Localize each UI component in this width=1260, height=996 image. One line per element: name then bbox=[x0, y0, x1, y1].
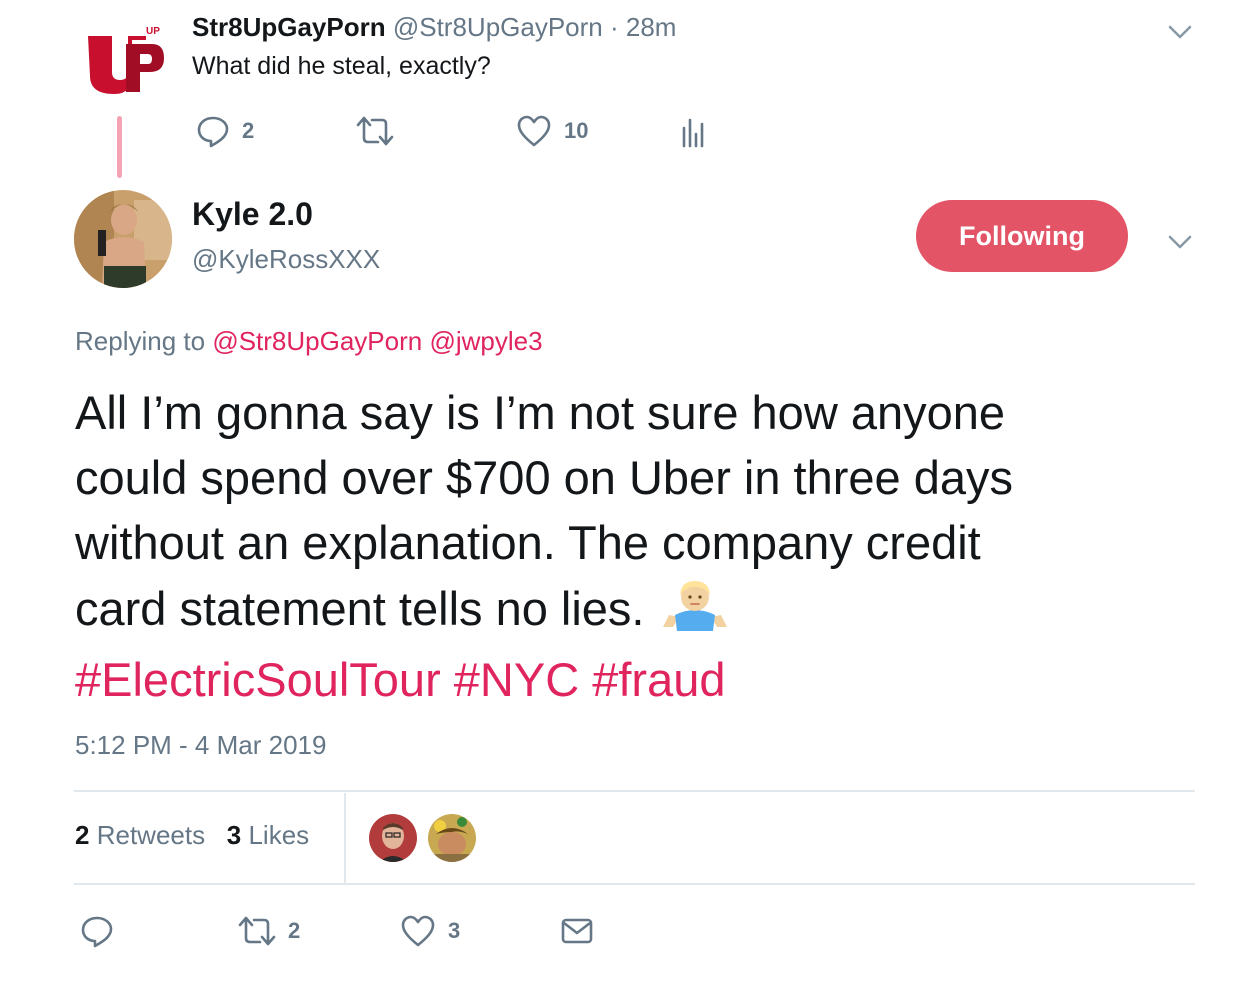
thread-connector-line bbox=[117, 116, 122, 178]
parent-like-count: 10 bbox=[564, 118, 589, 143]
liker-avatar[interactable] bbox=[428, 814, 476, 862]
hashtag-link[interactable]: #ElectricSoulTour bbox=[75, 653, 441, 706]
divider bbox=[74, 883, 1195, 885]
direct-message-button[interactable] bbox=[560, 914, 594, 948]
hashtag-link[interactable]: #NYC bbox=[454, 653, 579, 706]
parent-like-button[interactable]: 10 bbox=[516, 114, 588, 148]
retweets-label: Retweets bbox=[96, 820, 206, 850]
chevron-down-icon[interactable] bbox=[1166, 228, 1194, 256]
tweet-text-line-with-emoji: card statement tells no lies. bbox=[75, 575, 1215, 647]
parent-avatar[interactable]: UP bbox=[74, 14, 166, 106]
likes-label: Likes bbox=[248, 820, 310, 850]
author-handle[interactable]: @KyleRossXXX bbox=[192, 244, 380, 275]
like-count: 3 bbox=[448, 918, 461, 943]
replying-to-label: Replying to bbox=[75, 326, 206, 356]
divider bbox=[74, 790, 1195, 792]
direct-message-icon bbox=[560, 914, 594, 948]
retweet-icon bbox=[238, 914, 276, 948]
retweets-count: 2 bbox=[75, 820, 90, 850]
like-icon bbox=[400, 914, 436, 948]
parent-reply-count: 2 bbox=[242, 118, 255, 143]
parent-tweet-header: Str8UpGayPorn @Str8UpGayPorn · 28m bbox=[192, 12, 676, 43]
retweet-icon bbox=[356, 114, 394, 148]
avatar-logo-text: UP bbox=[146, 26, 160, 37]
parent-time[interactable]: · 28m bbox=[610, 12, 676, 42]
parent-reply-button[interactable]: 2 bbox=[196, 114, 254, 148]
likes-count: 3 bbox=[226, 820, 242, 850]
analytics-icon bbox=[680, 114, 706, 148]
parent-retweet-button[interactable] bbox=[356, 114, 406, 148]
reply-icon bbox=[196, 114, 230, 148]
tweet-text-line: card statement tells no lies. bbox=[75, 582, 645, 635]
engagement-stats: 2 Retweets 3 Likes bbox=[75, 820, 309, 851]
parent-analytics-button[interactable] bbox=[680, 114, 706, 148]
likes-stat[interactable]: 3 Likes bbox=[227, 820, 309, 850]
reply-icon bbox=[80, 914, 114, 948]
tweet-text-line: without an explanation. The company cred… bbox=[75, 516, 981, 569]
like-icon bbox=[516, 114, 552, 148]
retweet-button[interactable]: 2 bbox=[238, 914, 300, 948]
parent-tweet-text: What did he steal, exactly? bbox=[192, 52, 491, 80]
stats-divider bbox=[344, 793, 346, 883]
hashtag-link[interactable]: #fraud bbox=[592, 653, 725, 706]
parent-display-name[interactable]: Str8UpGayPorn bbox=[192, 12, 386, 42]
author-avatar[interactable] bbox=[74, 190, 172, 288]
tweet-text-line: All I’m gonna say is I’m not sure how an… bbox=[75, 386, 1006, 439]
retweet-count: 2 bbox=[288, 918, 301, 943]
tweet-text-line: could spend over $700 on Uber in three d… bbox=[75, 451, 1014, 504]
replying-to-line: Replying to @Str8UpGayPorn @jwpyle3 bbox=[75, 326, 543, 357]
author-display-name[interactable]: Kyle 2.0 bbox=[192, 196, 313, 233]
replying-to-link[interactable]: @jwpyle3 bbox=[429, 326, 542, 356]
liker-avatar[interactable] bbox=[369, 814, 417, 862]
retweets-stat[interactable]: 2 Retweets bbox=[75, 820, 205, 850]
replying-to-link[interactable]: @Str8UpGayPorn bbox=[212, 326, 422, 356]
following-button[interactable]: Following bbox=[916, 200, 1128, 272]
shrug-emoji-icon bbox=[659, 575, 731, 647]
tweet-body: All I’m gonna say is I’m not sure how an… bbox=[75, 380, 1215, 712]
like-button[interactable]: 3 bbox=[400, 914, 460, 948]
chevron-down-icon[interactable] bbox=[1166, 18, 1194, 46]
hashtag-line: #ElectricSoulTour #NYC #fraud bbox=[75, 647, 1215, 712]
parent-handle[interactable]: @Str8UpGayPorn bbox=[393, 12, 603, 42]
reply-button[interactable] bbox=[80, 914, 114, 948]
tweet-timestamp[interactable]: 5:12 PM - 4 Mar 2019 bbox=[75, 730, 326, 761]
